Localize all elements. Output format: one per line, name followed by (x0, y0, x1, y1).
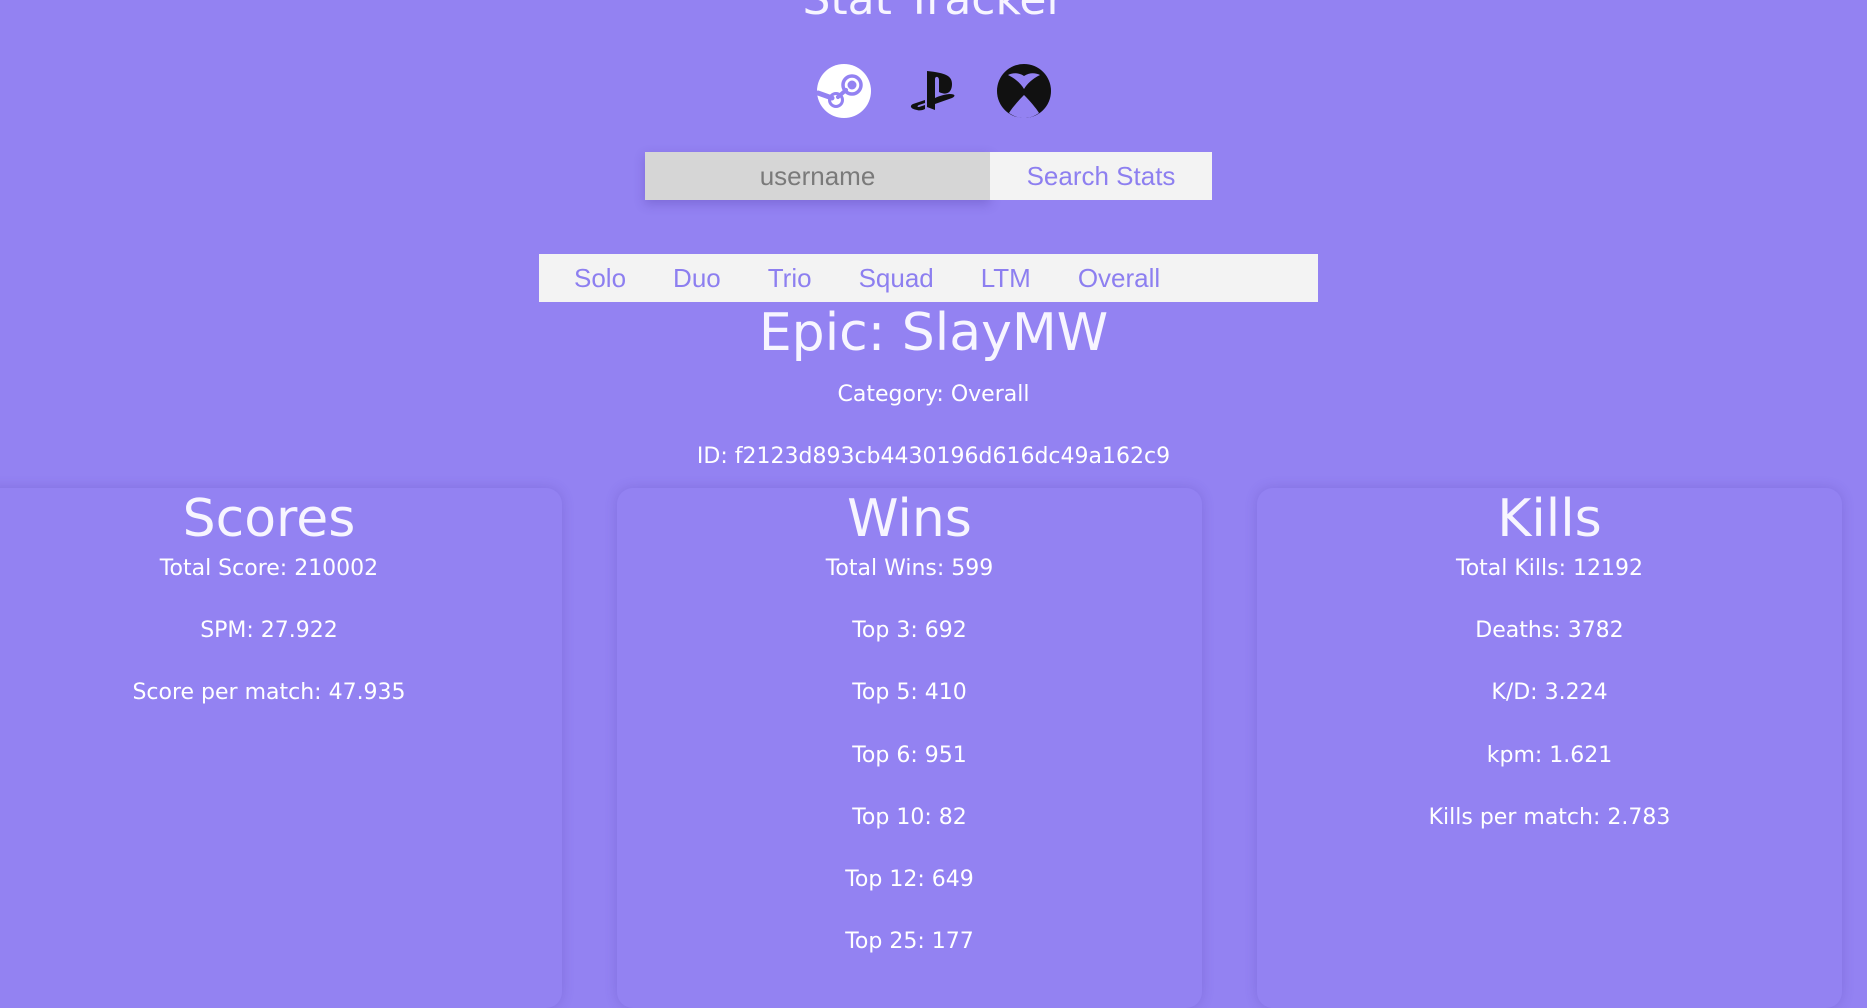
wins-card: Wins Total Wins: 599 Top 3: 692 Top 5: 4… (617, 488, 1202, 1008)
tab-squad[interactable]: Squad (859, 263, 934, 294)
scores-title: Scores (182, 489, 356, 549)
search-bar: Search Stats (645, 152, 1212, 200)
wins-title: Wins (847, 489, 972, 549)
stat-kpm: kpm: 1.621 (1486, 742, 1613, 768)
tab-ltm[interactable]: LTM (981, 263, 1031, 294)
kills-list: Total Kills: 12192 Deaths: 3782 K/D: 3.2… (1257, 555, 1842, 866)
platform-selector (0, 63, 1867, 119)
kills-title: Kills (1497, 489, 1602, 549)
stat-spm: SPM: 27.922 (200, 618, 338, 644)
wins-list: Total Wins: 599 Top 3: 692 Top 5: 410 To… (617, 555, 1202, 990)
tab-solo[interactable]: Solo (574, 263, 626, 294)
scores-list: Total Score: 210002 SPM: 27.922 Score pe… (0, 555, 562, 742)
stat-kills-per-match: Kills per match: 2.783 (1428, 804, 1671, 830)
stat-top-6: Top 6: 951 (852, 742, 967, 768)
stat-deaths: Deaths: 3782 (1475, 618, 1624, 644)
app-title: Stat Tracker (0, 0, 1867, 28)
tab-duo[interactable]: Duo (673, 263, 721, 294)
stat-total-wins: Total Wins: 599 (825, 556, 994, 581)
playstation-icon[interactable] (906, 63, 962, 119)
stat-top-12: Top 12: 649 (845, 866, 974, 892)
stat-total-kills: Total Kills: 12192 (1456, 556, 1643, 581)
stat-total-score: Total Score: 210002 (159, 556, 379, 581)
tab-overall[interactable]: Overall (1078, 263, 1160, 294)
tab-trio[interactable]: Trio (768, 263, 812, 294)
stat-score-per-match: Score per match: 47.935 (132, 680, 406, 706)
category-label: Category: Overall (837, 382, 1030, 407)
username-input[interactable] (645, 152, 990, 200)
kills-card: Kills Total Kills: 12192 Deaths: 3782 K/… (1257, 488, 1842, 1008)
stat-kd: K/D: 3.224 (1491, 680, 1608, 706)
player-id: ID: f2123d893cb4430196d616dc49a162c9 (696, 444, 1171, 469)
stat-top-3: Top 3: 692 (852, 618, 967, 644)
player-name: Epic: SlayMW (758, 303, 1109, 363)
stat-top-5: Top 5: 410 (852, 680, 967, 706)
category-tabs: Solo Duo Trio Squad LTM Overall (539, 254, 1318, 302)
scores-card: Scores Total Score: 210002 SPM: 27.922 S… (0, 488, 562, 1008)
steam-icon[interactable] (815, 63, 872, 119)
search-stats-button[interactable]: Search Stats (990, 152, 1212, 200)
stat-top-25: Top 25: 177 (845, 929, 974, 955)
stat-top-10: Top 10: 82 (852, 804, 967, 830)
xbox-icon[interactable] (996, 63, 1052, 119)
